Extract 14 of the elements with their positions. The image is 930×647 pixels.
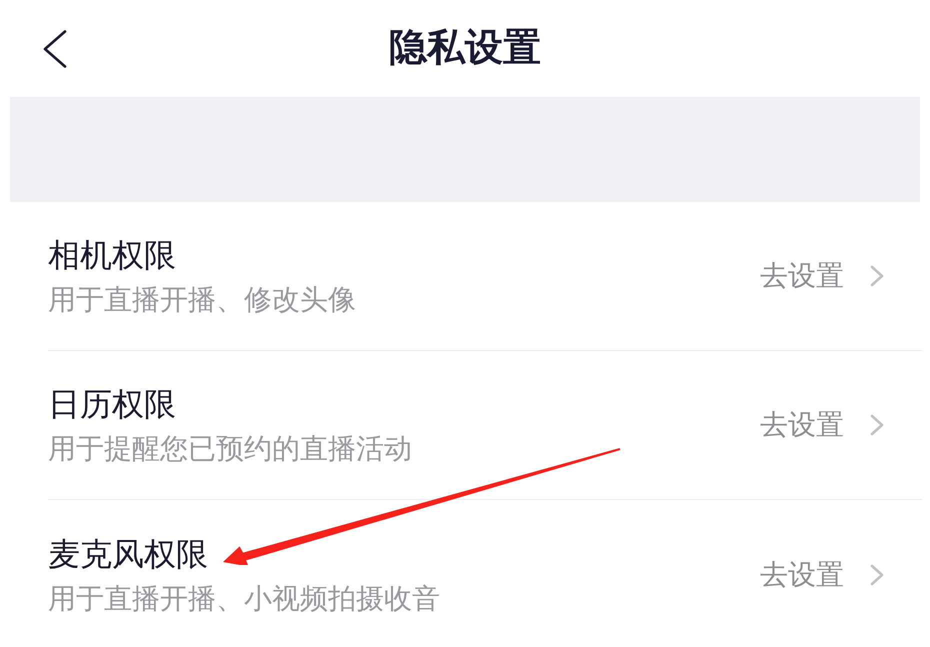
permission-title: 相机权限 — [48, 235, 176, 275]
settings-link[interactable]: 去设置 — [760, 408, 884, 442]
permission-description: 用于直播开播、修改头像 — [48, 283, 356, 317]
permission-description: 用于直播开播、小视频拍摄收音 — [48, 582, 440, 616]
settings-link[interactable]: 去设置 — [760, 558, 884, 592]
permission-title: 日历权限 — [48, 384, 176, 424]
chevron-right-icon — [870, 414, 884, 436]
chevron-right-icon — [870, 564, 884, 586]
permission-description: 用于提醒您已预约的直播活动 — [48, 432, 412, 466]
permission-title: 麦克风权限 — [48, 534, 208, 574]
chevron-left-icon — [42, 30, 67, 68]
settings-link[interactable]: 去设置 — [760, 259, 884, 293]
page-title: 隐私设置 — [389, 24, 541, 70]
chevron-right-icon — [870, 265, 884, 287]
